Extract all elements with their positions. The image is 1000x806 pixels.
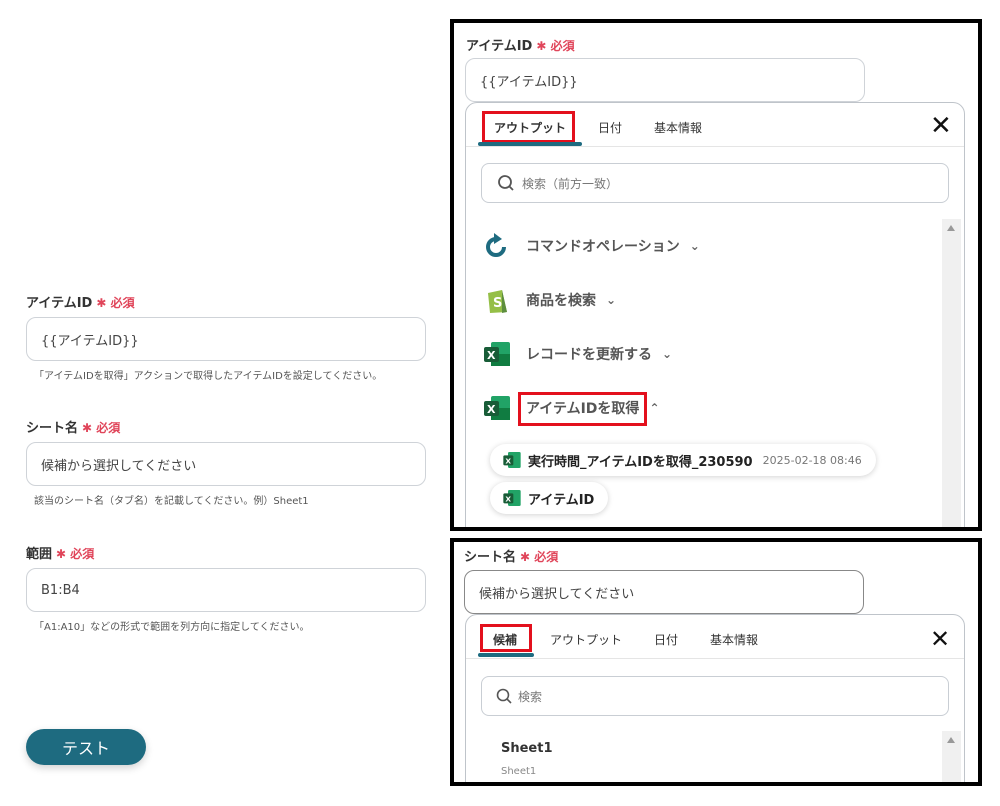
search-icon [498, 175, 514, 191]
sheet-name-input[interactable]: 候補から選択してください [26, 442, 426, 486]
required-badge: ✱ 必須 [536, 39, 575, 53]
panel-sheet-name-label: シート名 ✱ 必須 [464, 550, 559, 565]
svg-text:X: X [487, 349, 496, 362]
sheet-name-dropdown-panel: シート名 ✱ 必須 候補から選択してください 候補 アウトプット 日付 基本情報 … [450, 538, 982, 786]
refresh-icon [486, 233, 506, 257]
chevron-up-icon: ⌃ [649, 401, 660, 415]
required-badge: ✱ 必須 [56, 547, 95, 561]
required-badge: ✱ 必須 [96, 296, 135, 310]
range-help: 「A1:A10」などの形式で範囲を列方向に指定してください。 [34, 622, 310, 633]
tab-basic-info[interactable]: 基本情報 [710, 631, 758, 648]
item-id-input[interactable]: {{アイテムID}} [26, 317, 426, 361]
excel-icon: X [484, 342, 510, 366]
active-tab-indicator [478, 653, 534, 657]
tab-basic-info[interactable]: 基本情報 [654, 119, 702, 136]
required-badge: ✱ 必須 [82, 421, 121, 435]
sheet-name-label: シート名 ✱ 必須 [26, 421, 121, 436]
svg-text:X: X [505, 494, 511, 503]
list-item-command-operation[interactable]: コマンドオペレーション ⌄ [482, 231, 700, 261]
excel-icon: X [503, 452, 521, 468]
test-button[interactable]: テスト [26, 729, 146, 765]
sheet-option-title[interactable]: Sheet1 [501, 741, 553, 756]
shopify-icon: S [488, 290, 507, 313]
highlight-box [518, 392, 647, 426]
divider [466, 146, 964, 147]
search-icon [496, 688, 512, 704]
output-chip-item-id[interactable]: X アイテムID [490, 482, 609, 514]
item-id-help: 「アイテムIDを取得」アクションで取得したアイテムIDを設定してください。 [34, 371, 383, 382]
list-item-product-search[interactable]: S 商品を検索 ⌄ [482, 285, 616, 315]
divider [466, 658, 964, 659]
item-id-label: アイテムID ✱ 必須 [26, 296, 135, 311]
excel-icon: X [503, 490, 521, 506]
sheet-candidate-dropdown: 候補 アウトプット 日付 基本情報 ✕ 検索 Sheet1 Sheet1 [465, 614, 965, 782]
close-icon[interactable]: ✕ [930, 111, 952, 141]
scrollbar[interactable] [942, 731, 961, 782]
item-id-dropdown-panel: アイテムID ✱ 必須 {{アイテムID}} アウトプット 日付 基本情報 ✕ 検… [450, 19, 982, 531]
chevron-down-icon: ⌄ [689, 239, 700, 253]
scroll-up-icon[interactable] [947, 225, 955, 231]
range-input[interactable]: B1:B4 [26, 568, 426, 612]
scrollbar[interactable] [942, 219, 961, 527]
tab-date[interactable]: 日付 [654, 631, 678, 648]
candidate-search-input[interactable]: 検索 [481, 676, 949, 716]
tab-date[interactable]: 日付 [598, 119, 622, 136]
scroll-up-icon[interactable] [947, 737, 955, 743]
sheet-option-subtitle: Sheet1 [501, 766, 537, 777]
list-item-update-record[interactable]: X レコードを更新する ⌄ [482, 339, 672, 369]
svg-text:X: X [505, 456, 511, 465]
panel-item-id-input[interactable]: {{アイテムID}} [465, 58, 865, 102]
highlight-box [482, 111, 575, 143]
highlight-box [480, 624, 532, 652]
variable-search-input[interactable]: 検索（前方一致） [481, 163, 949, 203]
svg-text:S: S [493, 296, 502, 311]
variable-dropdown: アウトプット 日付 基本情報 ✕ 検索（前方一致） コマンドオペレーション ⌄ S… [465, 102, 965, 527]
tab-output[interactable]: アウトプット [550, 631, 622, 648]
panel-sheet-name-input[interactable]: 候補から選択してください [464, 570, 864, 614]
sheet-name-help: 該当のシート名（タブ名）を記載してください。例）Sheet1 [34, 496, 309, 507]
svg-text:X: X [487, 403, 496, 416]
excel-icon: X [484, 396, 510, 420]
chevron-down-icon: ⌄ [662, 347, 673, 361]
required-badge: ✱ 必須 [520, 550, 559, 564]
output-chip-execution-time[interactable]: X 実行時間_アイテムIDを取得_230590 2025-02-18 08:46 [490, 444, 876, 476]
close-icon[interactable]: ✕ [930, 625, 950, 653]
range-label: 範囲 ✱ 必須 [26, 547, 95, 562]
panel-item-id-label: アイテムID ✱ 必須 [466, 39, 575, 54]
chevron-down-icon: ⌄ [606, 293, 617, 307]
